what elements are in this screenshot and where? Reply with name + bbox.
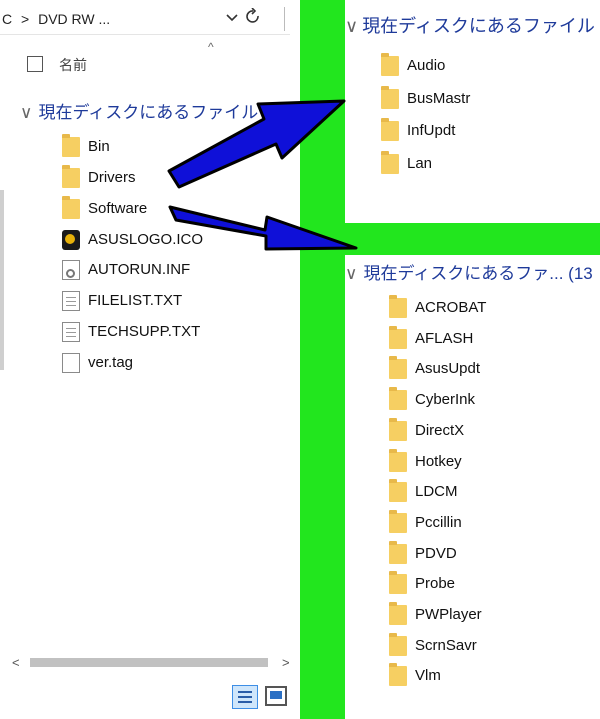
arrow-drivers-icon	[167, 99, 346, 189]
callout-arrows	[167, 99, 358, 251]
arrow-software-icon	[168, 205, 358, 251]
